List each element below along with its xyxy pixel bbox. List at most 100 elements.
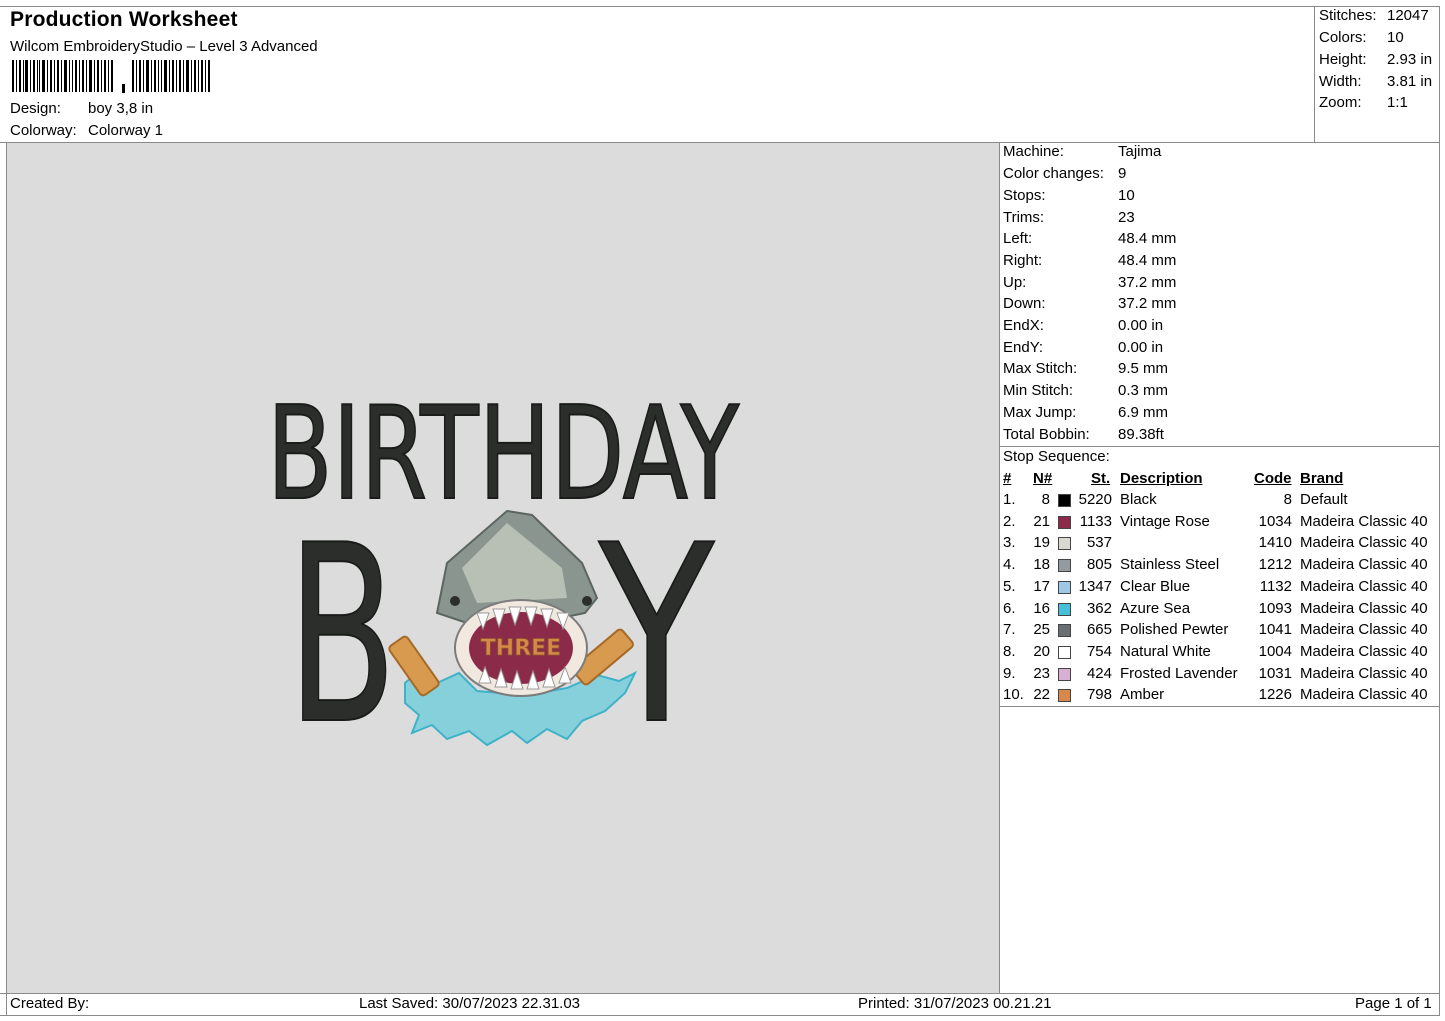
row-needle: 23 bbox=[1033, 665, 1050, 682]
total-bobbin-label: Total Bobbin: bbox=[1003, 426, 1090, 443]
row-needle: 18 bbox=[1033, 556, 1050, 573]
row-brand: Default bbox=[1300, 491, 1348, 508]
color-swatch bbox=[1058, 624, 1071, 637]
software-name: Wilcom EmbroideryStudio – Level 3 Advanc… bbox=[10, 38, 318, 55]
embroidery-artwork: BIRTHDAY B Y THREE bbox=[266, 379, 741, 779]
page-title: Production Worksheet bbox=[10, 8, 238, 31]
row-brand: Madeira Classic 40 bbox=[1300, 600, 1428, 617]
color-swatch bbox=[1058, 646, 1071, 659]
printed-date: Printed: 31/07/2023 00.21.21 bbox=[858, 995, 1052, 1012]
row-num: 1. bbox=[1003, 491, 1016, 508]
row-needle: 25 bbox=[1033, 621, 1050, 638]
color-changes-value: 9 bbox=[1118, 165, 1127, 182]
row-stitches: 798 bbox=[1086, 686, 1112, 703]
row-description: Amber bbox=[1120, 686, 1165, 703]
row-stitches: 1133 bbox=[1079, 513, 1112, 530]
row-description: Vintage Rose bbox=[1120, 513, 1210, 530]
right-value: 48.4 mm bbox=[1118, 252, 1177, 269]
row-needle: 21 bbox=[1033, 513, 1050, 530]
color-swatch bbox=[1058, 581, 1071, 594]
colorway-value: Colorway 1 bbox=[88, 122, 164, 139]
three-text: THREE bbox=[481, 636, 561, 661]
endy-value: 0.00 in bbox=[1118, 339, 1164, 356]
row-code: 1212 bbox=[1258, 556, 1292, 573]
row-stitches: 665 bbox=[1086, 621, 1112, 638]
design-label: Design: bbox=[10, 100, 61, 117]
width-label: Width: bbox=[1319, 73, 1362, 90]
row-stitches: 1347 bbox=[1078, 578, 1112, 595]
colors-label: Colors: bbox=[1319, 29, 1367, 46]
stitches-value: 12047 bbox=[1387, 7, 1429, 24]
color-swatch bbox=[1058, 559, 1071, 572]
up-value: 37.2 mm bbox=[1118, 274, 1177, 291]
row-code: 1410 bbox=[1258, 534, 1292, 551]
endx-label: EndX: bbox=[1003, 317, 1044, 334]
row-needle: 8 bbox=[1041, 491, 1050, 508]
row-num: 5. bbox=[1003, 578, 1016, 595]
row-description: Clear Blue bbox=[1120, 578, 1191, 595]
row-num: 6. bbox=[1003, 600, 1016, 617]
row-brand: Madeira Classic 40 bbox=[1300, 578, 1428, 595]
row-num: 2. bbox=[1003, 513, 1016, 530]
last-saved: Last Saved: 30/07/2023 22.31.03 bbox=[359, 995, 581, 1012]
col-description: Description bbox=[1120, 470, 1203, 487]
total-bobbin-value: 89.38ft bbox=[1118, 426, 1164, 443]
row-brand: Madeira Classic 40 bbox=[1300, 534, 1428, 551]
zoom-value: 1:1 bbox=[1387, 94, 1408, 111]
min-stitch-value: 0.3 mm bbox=[1118, 382, 1169, 399]
height-label: Height: bbox=[1319, 51, 1367, 68]
down-label: Down: bbox=[1003, 295, 1046, 312]
colorway-label: Colorway: bbox=[10, 122, 77, 139]
width-value: 3.81 in bbox=[1387, 73, 1433, 90]
col-stitches: St. bbox=[1091, 470, 1111, 487]
left-value: 48.4 mm bbox=[1118, 230, 1177, 247]
col-needle: N# bbox=[1033, 470, 1053, 487]
trims-label: Trims: bbox=[1003, 209, 1045, 226]
barcode bbox=[12, 60, 210, 93]
stop-sequence-title: Stop Sequence: bbox=[1003, 448, 1110, 465]
row-description: Frosted Lavender bbox=[1120, 665, 1238, 682]
row-code: 8 bbox=[1283, 491, 1292, 508]
row-code: 1226 bbox=[1258, 686, 1292, 703]
row-code: 1031 bbox=[1258, 665, 1292, 682]
created-by: Created By: bbox=[10, 995, 90, 1012]
zoom-label: Zoom: bbox=[1319, 94, 1362, 111]
row-code: 1093 bbox=[1258, 600, 1292, 617]
col-brand: Brand bbox=[1300, 470, 1344, 487]
shark-eye-right bbox=[582, 596, 592, 606]
row-brand: Madeira Classic 40 bbox=[1300, 686, 1428, 703]
page-number: Page 1 of 1 bbox=[1355, 995, 1432, 1012]
col-num: # bbox=[1003, 470, 1012, 487]
endy-label: EndY: bbox=[1003, 339, 1044, 356]
color-changes-label: Color changes: bbox=[1003, 165, 1104, 182]
right-label: Right: bbox=[1003, 252, 1043, 269]
row-stitches: 537 bbox=[1086, 534, 1112, 551]
row-code: 1034 bbox=[1258, 513, 1292, 530]
row-description: Black bbox=[1120, 491, 1157, 508]
color-swatch bbox=[1058, 603, 1071, 616]
row-needle: 19 bbox=[1033, 534, 1050, 551]
stitches-label: Stitches: bbox=[1319, 7, 1377, 24]
row-num: 9. bbox=[1003, 665, 1016, 682]
row-description: Natural White bbox=[1120, 643, 1211, 660]
row-brand: Madeira Classic 40 bbox=[1300, 621, 1428, 638]
down-value: 37.2 mm bbox=[1118, 295, 1177, 312]
row-description: Azure Sea bbox=[1120, 600, 1191, 617]
row-needle: 22 bbox=[1033, 686, 1050, 703]
row-stitches: 362 bbox=[1086, 600, 1112, 617]
row-brand: Madeira Classic 40 bbox=[1300, 556, 1428, 573]
row-brand: Madeira Classic 40 bbox=[1300, 513, 1428, 530]
col-code: Code bbox=[1254, 470, 1292, 487]
height-value: 2.93 in bbox=[1387, 51, 1433, 68]
row-brand: Madeira Classic 40 bbox=[1300, 643, 1428, 660]
color-swatch bbox=[1058, 537, 1071, 550]
endx-value: 0.00 in bbox=[1118, 317, 1164, 334]
row-needle: 17 bbox=[1033, 578, 1050, 595]
up-label: Up: bbox=[1003, 274, 1027, 291]
max-stitch-label: Max Stitch: bbox=[1003, 360, 1078, 377]
row-num: 3. bbox=[1003, 534, 1016, 551]
row-description: Stainless Steel bbox=[1120, 556, 1220, 573]
left-label: Left: bbox=[1003, 230, 1033, 247]
color-swatch bbox=[1058, 516, 1071, 529]
max-jump-value: 6.9 mm bbox=[1118, 404, 1169, 421]
